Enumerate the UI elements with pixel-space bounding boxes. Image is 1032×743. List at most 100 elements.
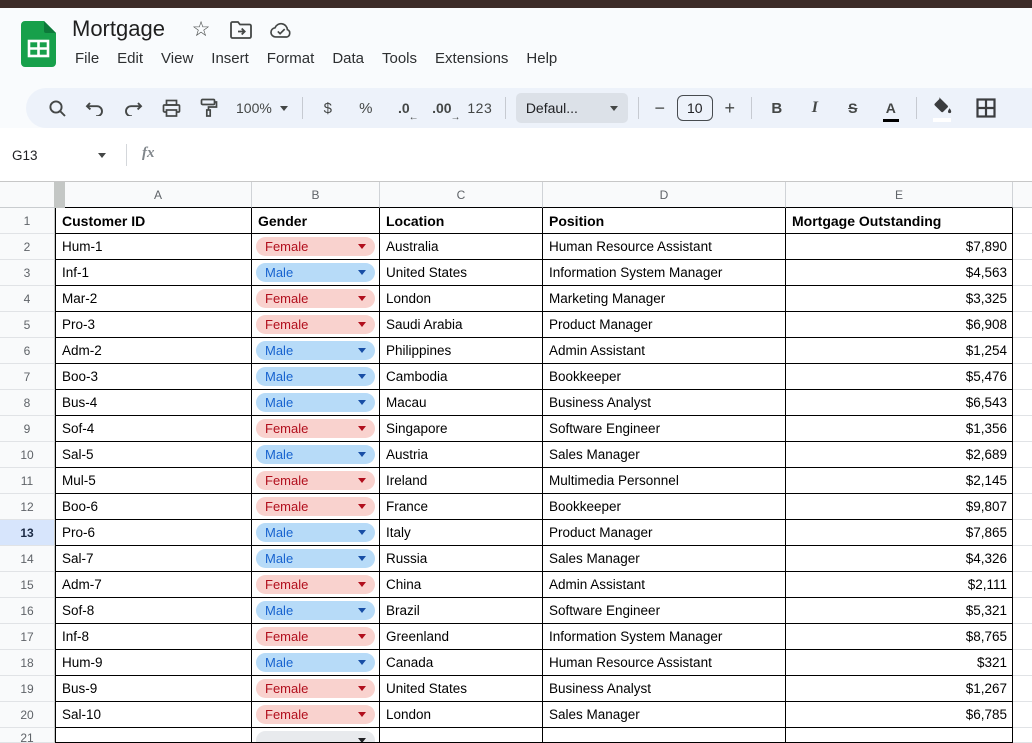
gender-chip[interactable]: Female <box>256 315 375 334</box>
gender-chip[interactable]: Male <box>256 549 375 568</box>
cell-gender[interactable]: Male <box>252 260 380 286</box>
empty-cell[interactable] <box>1013 416 1032 442</box>
cell-gender[interactable]: Female <box>252 468 380 494</box>
header-cell-gender[interactable]: Gender <box>252 208 380 234</box>
formula-input[interactable] <box>170 142 1010 168</box>
empty-cell[interactable] <box>1013 338 1032 364</box>
decrease-decimal-button[interactable]: .0 ← <box>385 93 423 123</box>
row-header-16[interactable]: 16 <box>0 598 55 624</box>
undo-icon[interactable] <box>76 93 114 123</box>
empty-cell[interactable] <box>1013 312 1032 338</box>
gender-chip[interactable]: Female <box>256 419 375 438</box>
cell-position[interactable]: Admin Assistant <box>543 338 786 364</box>
cell-customer-id[interactable]: Sof-4 <box>55 416 252 442</box>
zoom-control[interactable]: 100% <box>228 100 296 116</box>
cell-gender[interactable]: Male <box>252 546 380 572</box>
cell-gender[interactable]: Male <box>252 364 380 390</box>
move-folder-icon[interactable] <box>230 19 252 41</box>
cell-amount[interactable]: $7,865 <box>786 520 1013 546</box>
cell-location[interactable]: France <box>380 494 543 520</box>
row-header-1[interactable]: 1 <box>0 208 55 234</box>
cell-position[interactable]: Product Manager <box>543 312 786 338</box>
empty-cell[interactable] <box>1013 468 1032 494</box>
cell-position[interactable]: Business Analyst <box>543 390 786 416</box>
header-cell-position[interactable]: Position <box>543 208 786 234</box>
cell-position[interactable]: Information System Manager <box>543 624 786 650</box>
cell-customer-id[interactable]: Inf-1 <box>55 260 252 286</box>
increase-decimal-button[interactable]: .00 → <box>423 93 461 123</box>
header-cell-mortgage-outstanding[interactable]: Mortgage Outstanding <box>786 208 1013 234</box>
cell-location[interactable]: Australia <box>380 234 543 260</box>
cell-customer-id[interactable]: Sal-10 <box>55 702 252 728</box>
cell-amount[interactable]: $3,325 <box>786 286 1013 312</box>
cell-gender[interactable]: Male <box>252 390 380 416</box>
row-header-7[interactable]: 7 <box>0 364 55 390</box>
cell-amount[interactable]: $4,563 <box>786 260 1013 286</box>
strikethrough-button[interactable]: S <box>834 93 872 123</box>
cell-gender[interactable]: Male <box>252 520 380 546</box>
cell-customer-id[interactable]: Sal-7 <box>55 546 252 572</box>
menu-format[interactable]: Format <box>258 48 324 69</box>
menu-file[interactable]: File <box>66 48 108 69</box>
cell-amount[interactable]: $5,321 <box>786 598 1013 624</box>
borders-icon[interactable] <box>967 93 1005 123</box>
gender-chip[interactable]: Female <box>256 237 375 256</box>
cell-customer-id[interactable]: Boo-3 <box>55 364 252 390</box>
cell-customer-id[interactable]: Bus-9 <box>55 676 252 702</box>
bold-button[interactable]: B <box>758 93 796 123</box>
menu-extensions[interactable]: Extensions <box>426 48 517 69</box>
empty-cell[interactable] <box>1013 208 1032 234</box>
cell-amount[interactable]: $7,890 <box>786 234 1013 260</box>
row-header-20[interactable]: 20 <box>0 702 55 728</box>
cell-position[interactable]: Software Engineer <box>543 416 786 442</box>
cell-gender[interactable]: Female <box>252 572 380 598</box>
cell-position[interactable]: Sales Manager <box>543 546 786 572</box>
empty-cell[interactable] <box>1013 286 1032 312</box>
cell-position[interactable]: Human Resource Assistant <box>543 650 786 676</box>
cell-amount[interactable]: $1,254 <box>786 338 1013 364</box>
row-header-12[interactable]: 12 <box>0 494 55 520</box>
cell-position[interactable]: Admin Assistant <box>543 572 786 598</box>
column-resize-grip[interactable] <box>55 182 65 208</box>
cell-customer-id[interactable]: Hum-9 <box>55 650 252 676</box>
gender-chip[interactable]: Female <box>256 497 375 516</box>
empty-cell[interactable] <box>1013 520 1032 546</box>
cell-customer-id[interactable]: Mul-5 <box>55 468 252 494</box>
gender-chip[interactable]: Female <box>256 627 375 646</box>
cell-gender[interactable]: Female <box>252 234 380 260</box>
cell-amount[interactable]: $8,765 <box>786 624 1013 650</box>
empty-cell[interactable] <box>1013 260 1032 286</box>
cell-location[interactable]: Italy <box>380 520 543 546</box>
cell-amount[interactable]: $2,689 <box>786 442 1013 468</box>
cell-customer-id[interactable]: Adm-7 <box>55 572 252 598</box>
cell-customer-id[interactable] <box>55 728 252 743</box>
cell-position[interactable]: Bookkeeper <box>543 494 786 520</box>
row-header-3[interactable]: 3 <box>0 260 55 286</box>
cell-position[interactable]: Product Manager <box>543 520 786 546</box>
cell-gender[interactable]: Female <box>252 624 380 650</box>
column-header-B[interactable]: B <box>252 182 380 208</box>
cell-customer-id[interactable]: Pro-3 <box>55 312 252 338</box>
cell-location[interactable]: Singapore <box>380 416 543 442</box>
cell-gender[interactable]: Female <box>252 676 380 702</box>
header-cell-customer-id[interactable]: Customer ID <box>55 208 252 234</box>
cell-customer-id[interactable]: Mar-2 <box>55 286 252 312</box>
cell-location[interactable]: Greenland <box>380 624 543 650</box>
cell-location[interactable]: Saudi Arabia <box>380 312 543 338</box>
gender-chip[interactable]: Male <box>256 367 375 386</box>
fill-color-icon[interactable] <box>923 93 961 123</box>
increase-font-size-button[interactable]: + <box>715 93 745 123</box>
gender-chip[interactable]: Female <box>256 679 375 698</box>
select-all-corner[interactable] <box>0 182 55 208</box>
empty-cell[interactable] <box>1013 390 1032 416</box>
cell-position[interactable]: Bookkeeper <box>543 364 786 390</box>
search-icon[interactable] <box>38 93 76 123</box>
cell-location[interactable]: Philippines <box>380 338 543 364</box>
number-format-button[interactable]: 123 <box>461 93 499 123</box>
gender-chip[interactable]: Male <box>256 653 375 672</box>
empty-cell[interactable] <box>1013 624 1032 650</box>
name-box[interactable]: G13 <box>8 142 112 168</box>
menu-view[interactable]: View <box>152 48 202 69</box>
empty-cell[interactable] <box>1013 546 1032 572</box>
empty-cell[interactable] <box>1013 234 1032 260</box>
